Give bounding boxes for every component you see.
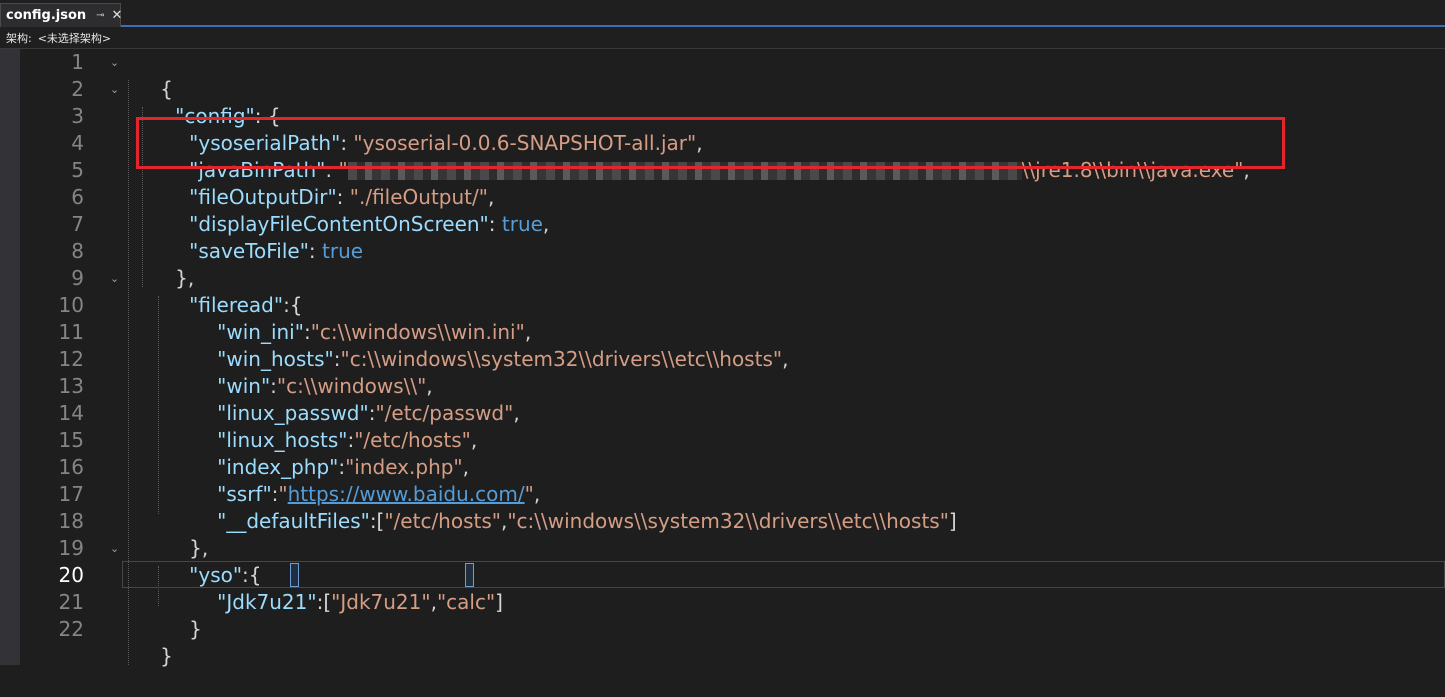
code-line-1: { — [160, 77, 173, 101]
code-line-19: "yso":{ — [189, 563, 262, 587]
code-line-10: "win_ini":"c:\\windows\\win.ini", — [217, 320, 532, 344]
code-line-2: "config": { — [175, 104, 281, 128]
code-line-9: "fileread":{ — [189, 293, 303, 317]
code-line-18: }, — [189, 536, 209, 560]
code-line-17: "__defaultFiles":["/etc/hosts","c:\\wind… — [217, 509, 957, 533]
code-line-22: } — [160, 644, 173, 668]
code-line-8: }, — [175, 266, 195, 290]
code-line-14: "linux_hosts":"/etc/hosts", — [217, 428, 478, 452]
architecture-label: 架构: — [6, 31, 32, 45]
tab-config-json[interactable]: config.json ⊸ ✕ — [0, 3, 123, 27]
tab-title: config.json — [6, 8, 87, 23]
code-line-7: "saveToFile": true — [189, 239, 364, 263]
code-line-6: "displayFileContentOnScreen": true, — [189, 212, 550, 236]
pin-icon[interactable]: ⊸ — [96, 10, 104, 21]
architecture-bar: 架构: <未选择架构> — [0, 27, 1445, 49]
code-line-13: "linux_passwd":"/etc/passwd", — [217, 401, 520, 425]
code-editor[interactable]: 1 2 3 4 5 6 7 8 9 10 11 12 13 14 15 16 17 18 19 20 21 22 ⌄ ⌄ … — [0, 49, 1445, 668]
code-line-20: "Jdk7u21":["Jdk7u21","calc"] — [217, 590, 503, 614]
close-icon[interactable]: ✕ — [112, 8, 123, 23]
code-line-21: } — [189, 617, 202, 641]
code-line-16: "ssrf":"https://www.baidu.com/", — [217, 482, 541, 506]
architecture-dropdown[interactable]: <未选择架构> — [38, 30, 111, 46]
tab-bar: config.json ⊸ ✕ — [0, 0, 1445, 27]
code-line-11: "win_hosts":"c:\\windows\\system32\\driv… — [217, 347, 789, 371]
code-line-12: "win":"c:\\windows\\", — [217, 374, 433, 398]
code-line-15: "index_php":"index.php", — [217, 455, 469, 479]
annotation-highlight-box — [136, 117, 1285, 169]
